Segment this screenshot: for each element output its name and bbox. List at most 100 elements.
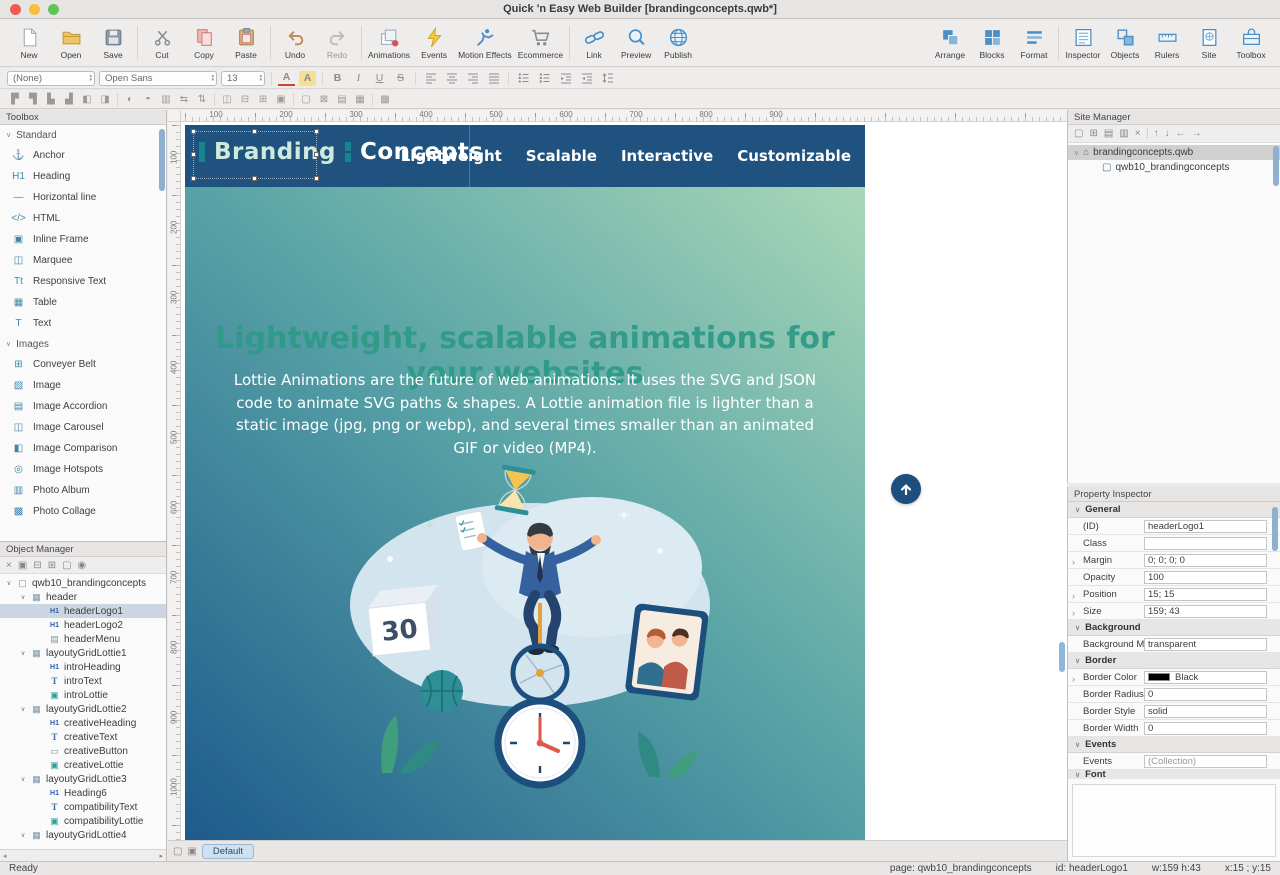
outdent-button[interactable]: [557, 71, 574, 86]
inspector-section-font[interactable]: ∨ Font: [1068, 770, 1280, 779]
undo-button[interactable]: Undo: [274, 22, 316, 64]
bring-forward-icon[interactable]: ⊞: [255, 92, 271, 107]
site-manager-scrollbar[interactable]: [1273, 146, 1279, 186]
resize-handle[interactable]: [191, 152, 196, 157]
font-color-button[interactable]: A: [278, 71, 295, 86]
object-tree-item[interactable]: ▣ compatibilityLottie: [0, 814, 166, 828]
property-value-input[interactable]: 0: [1144, 688, 1267, 701]
property-value-input[interactable]: 100: [1144, 571, 1267, 584]
bullet-list-button[interactable]: [515, 71, 532, 86]
toolbox-scrollbar[interactable]: [159, 129, 165, 191]
expand-chevron[interactable]: ›: [1072, 674, 1075, 683]
align-objects-bottom-icon[interactable]: ◨: [97, 92, 113, 107]
add-breakpoint-icon[interactable]: ▢: [173, 846, 182, 857]
expand-chevron[interactable]: ›: [1072, 557, 1075, 566]
font-size-select[interactable]: 13 ▴▾: [221, 71, 265, 86]
object-tree-item[interactable]: ▤ headerMenu: [0, 632, 166, 646]
same-width-icon[interactable]: ◐: [122, 92, 138, 107]
tree-expander-icon[interactable]: ∨: [19, 649, 27, 657]
line-spacing-button[interactable]: [599, 71, 616, 86]
toolbox-item[interactable]: ◫ Image Carousel: [0, 417, 166, 438]
new-button[interactable]: New: [8, 22, 50, 64]
property-value-input[interactable]: 0: [1144, 722, 1267, 735]
site-button[interactable]: Site: [1188, 22, 1230, 64]
page-hero-section[interactable]: Lightweight, scalable animations for you…: [185, 187, 865, 840]
lottie-illustration[interactable]: 30: [330, 455, 720, 795]
toolbox-item[interactable]: ▧ Image: [0, 375, 166, 396]
object-tree-item[interactable]: ▣ introLottie: [0, 688, 166, 702]
objects-button[interactable]: Objects: [1104, 22, 1146, 64]
blocks-button[interactable]: Blocks: [971, 22, 1013, 64]
align-left-button[interactable]: [422, 71, 439, 86]
object-tree-item[interactable]: T introText: [0, 674, 166, 688]
property-value-input[interactable]: solid: [1144, 705, 1267, 718]
toolbox-section-images[interactable]: ∨ Images: [0, 334, 166, 354]
move-up-icon[interactable]: ↑: [1154, 128, 1159, 139]
object-tree-item[interactable]: ∨ ▦ header: [0, 590, 166, 604]
object-tree-item[interactable]: H1 Heading6: [0, 786, 166, 800]
align-objects-middle-icon[interactable]: ◧: [79, 92, 95, 107]
nav-item[interactable]: Scalable: [526, 147, 597, 165]
style-select[interactable]: (None) ▴▾: [7, 71, 95, 86]
events-button[interactable]: Events: [413, 22, 455, 64]
toolbox-item[interactable]: ◎ Image Hotspots: [0, 459, 166, 480]
underline-button[interactable]: U: [371, 71, 388, 86]
object-manager-hscrollbar[interactable]: ◂ ▸: [0, 849, 166, 861]
page-header-block[interactable]: Branding Concepts: [185, 125, 865, 187]
move-left-icon[interactable]: ←: [1176, 128, 1186, 139]
justify-button[interactable]: [485, 71, 502, 86]
toolbox-item[interactable]: ― Horizontal line: [0, 187, 166, 208]
toolbox-item[interactable]: </> HTML: [0, 208, 166, 229]
move-down-icon[interactable]: ↓: [1165, 128, 1170, 139]
tree-expander-icon[interactable]: ∨: [1074, 149, 1079, 157]
inspector-scrollbar[interactable]: [1272, 507, 1278, 551]
toolbox-button[interactable]: Toolbox: [1230, 22, 1272, 64]
tree-expander-icon[interactable]: ∨: [19, 831, 27, 839]
resize-handle[interactable]: [191, 129, 196, 134]
property-value-input[interactable]: [1144, 537, 1267, 550]
toolbox-section-standard[interactable]: ∨ Standard: [0, 125, 166, 145]
new-page-icon[interactable]: ▢: [1074, 128, 1083, 139]
inspector-button[interactable]: Inspector: [1062, 22, 1104, 64]
property-value-input[interactable]: transparent: [1144, 638, 1267, 651]
object-tree-item[interactable]: H1 introHeading: [0, 660, 166, 674]
highlight-color-button[interactable]: A: [299, 71, 316, 86]
redo-button[interactable]: Redo: [316, 22, 358, 64]
object-tree-item[interactable]: ∨ ▦ layoutyGridLottie2: [0, 702, 166, 716]
toolbox-item[interactable]: ▤ Image Accordion: [0, 396, 166, 417]
resize-handle[interactable]: [252, 129, 257, 134]
delete-icon[interactable]: ×: [1135, 128, 1141, 139]
lock-icon[interactable]: ▤: [334, 92, 350, 107]
selection-outline[interactable]: [194, 132, 316, 178]
nav-item[interactable]: Customizable: [737, 147, 851, 165]
inspector-section-events[interactable]: ∨ Events: [1068, 737, 1280, 753]
object-tree-item[interactable]: T creativeText: [0, 730, 166, 744]
new-folder-icon[interactable]: ⊞: [1089, 128, 1097, 139]
object-tree-item[interactable]: H1 creativeHeading: [0, 716, 166, 730]
toolbox-item[interactable]: ⚓ Anchor: [0, 145, 166, 166]
align-objects-top-icon[interactable]: ▟: [61, 92, 77, 107]
scroll-right-icon[interactable]: ▸: [159, 852, 163, 860]
toolbox-item[interactable]: ⊞ Conveyer Belt: [0, 354, 166, 375]
grid-settings-icon[interactable]: ▩: [377, 92, 393, 107]
breakpoint-settings-icon[interactable]: ▣: [187, 846, 196, 857]
ungroup-icon[interactable]: ⊞: [48, 560, 56, 571]
group-icon[interactable]: ⊟: [33, 560, 41, 571]
nav-item[interactable]: Interactive: [621, 147, 713, 165]
toolbox-item[interactable]: ▩ Photo Collage: [0, 501, 166, 522]
site-tree-page[interactable]: ▢ qwb10_brandingconcepts: [1068, 160, 1280, 175]
clone-page-icon[interactable]: ▤: [1104, 128, 1113, 139]
object-tree-item[interactable]: ▭ creativeButton: [0, 744, 166, 758]
site-tree-root[interactable]: ∨ ⌂ brandingconcepts.qwb: [1068, 145, 1280, 160]
duplicate-icon[interactable]: ▣: [18, 560, 27, 571]
resize-handle[interactable]: [314, 152, 319, 157]
save-button[interactable]: Save: [92, 22, 134, 64]
motion-effects-button[interactable]: Motion Effects: [455, 22, 515, 64]
format-button[interactable]: Format: [1013, 22, 1055, 64]
font-family-select[interactable]: Open Sans ▴▾: [99, 71, 217, 86]
object-tree-item[interactable]: H1 headerLogo2: [0, 618, 166, 632]
property-value-input[interactable]: headerLogo1: [1144, 520, 1267, 533]
same-size-icon[interactable]: ▥: [158, 92, 174, 107]
expand-chevron[interactable]: ›: [1072, 591, 1075, 600]
paste-button[interactable]: Paste: [225, 22, 267, 64]
